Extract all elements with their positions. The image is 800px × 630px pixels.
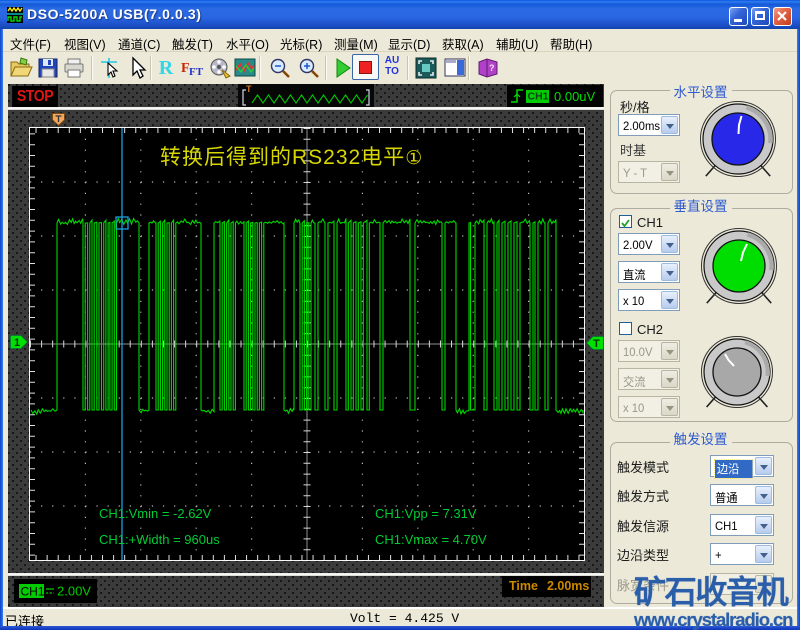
svg-text:CH1: CH1 bbox=[21, 585, 45, 599]
svg-text:FT: FT bbox=[189, 66, 204, 78]
svg-text:1: 1 bbox=[14, 337, 20, 349]
svg-text:T: T bbox=[593, 338, 600, 350]
svg-text:0.00uV: 0.00uV bbox=[554, 89, 596, 104]
svg-text:CH1: CH1 bbox=[528, 91, 549, 103]
svg-text:2.00V: 2.00V bbox=[57, 584, 91, 599]
svg-text:?: ? bbox=[489, 63, 495, 73]
svg-text:T: T bbox=[246, 84, 252, 94]
